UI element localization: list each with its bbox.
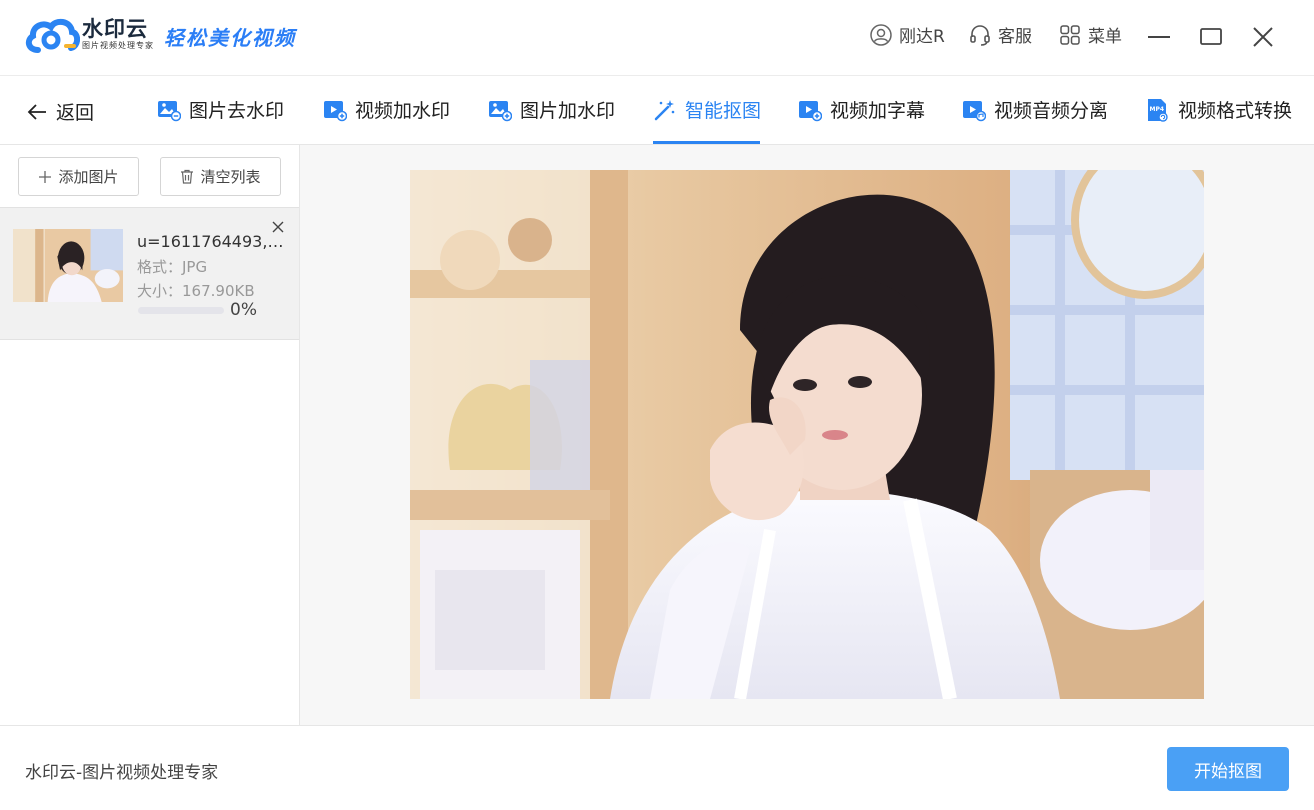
tab-label: 视频格式转换 bbox=[1178, 100, 1293, 122]
tab-label: 视频加水印 bbox=[355, 100, 451, 122]
svg-text:MP4: MP4 bbox=[1150, 106, 1165, 113]
menu-button[interactable]: 菜单 bbox=[1058, 22, 1122, 47]
footer: 水印云-图片视频处理专家 开始抠图 bbox=[0, 725, 1314, 810]
brand-name: 水印云 bbox=[82, 17, 148, 41]
image-add-icon bbox=[489, 100, 512, 121]
service-label: 客服 bbox=[998, 27, 1032, 47]
maximize-icon bbox=[1200, 28, 1222, 45]
file-list-item[interactable]: u=1611764493,3... 格式：JPG 大小：167.90KB 0% bbox=[0, 207, 299, 340]
maximize-button[interactable] bbox=[1198, 24, 1224, 50]
magic-wand-icon bbox=[654, 99, 675, 120]
preview-area bbox=[300, 145, 1314, 725]
tab-label: 图片加水印 bbox=[520, 100, 616, 122]
grid-icon bbox=[1060, 24, 1080, 45]
file-list-panel: 添加图片 清空列表 u=1611764493,3... 格式：JPG 大小：16… bbox=[0, 145, 300, 725]
tab-image-remove-watermark[interactable]: 图片去水印 bbox=[157, 96, 284, 123]
close-icon bbox=[1253, 27, 1273, 47]
brand: 水印云 图片视频处理专家 bbox=[82, 18, 154, 52]
clear-list-button[interactable]: 清空列表 bbox=[160, 157, 281, 196]
tab-video-audio-split[interactable]: 视频音频分离 bbox=[962, 96, 1108, 123]
plus-icon bbox=[39, 170, 52, 183]
slogan: 轻松美化视频 bbox=[164, 26, 296, 50]
clear-list-label: 清空列表 bbox=[200, 168, 261, 186]
start-cutout-button[interactable]: 开始抠图 bbox=[1167, 747, 1289, 791]
add-image-label: 添加图片 bbox=[58, 168, 119, 186]
preview-image bbox=[410, 170, 1204, 699]
minimize-icon bbox=[1148, 36, 1170, 38]
file-thumbnail bbox=[13, 229, 123, 302]
mp4-convert-icon: MP4 bbox=[1148, 98, 1168, 122]
tab-label: 图片去水印 bbox=[189, 100, 285, 122]
tab-label: 智能抠图 bbox=[685, 100, 762, 122]
add-image-button[interactable]: 添加图片 bbox=[18, 157, 139, 196]
file-format: 格式：JPG bbox=[137, 258, 208, 276]
video-subtitle-icon bbox=[799, 100, 822, 121]
brand-subtitle: 图片视频处理专家 bbox=[82, 41, 154, 50]
tab-image-add-watermark[interactable]: 图片加水印 bbox=[488, 96, 615, 123]
cloud-logo-icon bbox=[25, 18, 80, 53]
tab-smart-cutout[interactable]: 智能抠图 bbox=[653, 96, 761, 123]
tab-video-add-watermark[interactable]: 视频加水印 bbox=[323, 96, 450, 123]
tab-label: 视频音频分离 bbox=[994, 100, 1109, 122]
tab-label: 视频加字幕 bbox=[830, 100, 926, 122]
customer-service-button[interactable]: 客服 bbox=[968, 22, 1032, 47]
progress-percent: 0% bbox=[230, 300, 257, 320]
minimize-button[interactable] bbox=[1146, 24, 1172, 50]
close-window-button[interactable] bbox=[1250, 24, 1276, 50]
remove-file-icon[interactable] bbox=[270, 219, 286, 235]
file-size: 大小：167.90KB bbox=[137, 282, 255, 300]
video-audio-icon bbox=[963, 100, 986, 121]
file-name: u=1611764493,3... bbox=[137, 232, 287, 251]
footer-caption: 水印云-图片视频处理专家 bbox=[25, 763, 219, 783]
image-remove-icon bbox=[158, 100, 181, 121]
tab-video-add-subtitle[interactable]: 视频加字幕 bbox=[798, 96, 925, 123]
title-bar: 水印云 图片视频处理专家 轻松美化视频 刚达R 客服 菜单 bbox=[0, 0, 1314, 76]
back-button[interactable]: 返回 bbox=[26, 98, 94, 125]
tab-video-format-convert[interactable]: MP4 视频格式转换 bbox=[1146, 96, 1292, 123]
arrow-left-icon bbox=[27, 103, 46, 120]
back-label: 返回 bbox=[56, 102, 95, 124]
progress-bar bbox=[138, 307, 224, 314]
trash-icon bbox=[181, 169, 194, 184]
menu-label: 菜单 bbox=[1088, 27, 1122, 47]
feature-nav: 返回 图片去水印 视频加水印 图片加水印 智能抠图 视频加字幕 视频音频分离 M… bbox=[0, 76, 1314, 145]
video-add-icon bbox=[324, 100, 347, 121]
active-tab-indicator bbox=[653, 141, 760, 144]
user-account[interactable]: 刚达R bbox=[869, 22, 945, 47]
headset-icon bbox=[970, 24, 990, 46]
user-name: 刚达R bbox=[899, 27, 945, 47]
user-icon bbox=[870, 23, 892, 46]
